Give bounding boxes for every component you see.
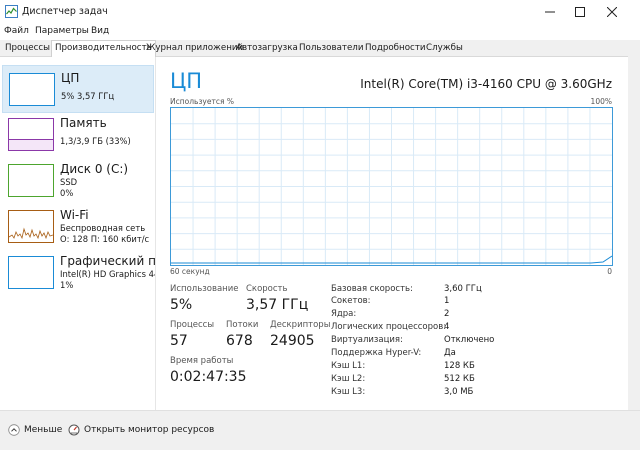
menu-file[interactable]: Файл (4, 26, 29, 36)
usage-label: Использование (170, 284, 239, 294)
threads-value: 678 (226, 333, 253, 349)
threads-label: Потоки (226, 320, 259, 330)
prop-label-l3: Кэш L3: (331, 387, 366, 397)
prop-value-hyperv: Да (444, 348, 456, 358)
prop-label-l2: Кэш L2: (331, 374, 366, 384)
cpu-thumbnail-graph (9, 73, 55, 106)
cpu-model-name: Intel(R) Core(TM) i3-4160 CPU @ 3.60GHz (360, 77, 612, 91)
speed-label: Скорость (246, 284, 288, 294)
open-resource-monitor-link[interactable]: Открыть монитор ресурсов (68, 424, 214, 436)
memory-thumbnail-graph (8, 118, 54, 151)
window-edge (628, 56, 640, 410)
processes-label: Процессы (170, 320, 215, 330)
disk-thumbnail-graph (8, 164, 54, 197)
sidebar-item-title: Диск 0 (C:) (60, 162, 129, 176)
tab-processes[interactable]: Процессы (2, 41, 53, 55)
sidebar-item-wifi[interactable]: Wi-Fi Беспроводная сеть О: 128 П: 160 кб… (2, 203, 152, 249)
sidebar-item-detail: 5% 3,57 ГГц (61, 91, 115, 101)
sidebar-item-title: Wi-Fi (60, 208, 89, 222)
graph-label-max: 100% (590, 97, 612, 106)
title-bar: Диспетчер задач (0, 0, 640, 24)
sidebar-item-gpu[interactable]: Графический про Intel(R) HD Graphics 440… (2, 249, 155, 295)
fewer-details-button[interactable]: Меньше (8, 424, 62, 436)
prop-label-sockets: Сокетов: (331, 296, 371, 306)
resource-monitor-icon (68, 424, 80, 436)
menu-bar: Файл Параметры Вид (0, 24, 640, 40)
sidebar-item-title: Графический про (60, 254, 156, 268)
prop-label-hyperv: Поддержка Hyper-V: (331, 348, 422, 358)
fewer-details-label: Меньше (24, 425, 63, 435)
prop-value-sockets: 1 (444, 296, 450, 306)
tab-users[interactable]: Пользователи (296, 41, 367, 55)
usage-value: 5% (170, 297, 193, 313)
sidebar-item-detail: Беспроводная сеть (60, 223, 146, 233)
gpu-thumbnail-graph (8, 256, 54, 289)
handles-value: 24905 (270, 333, 315, 349)
menu-view[interactable]: Вид (91, 26, 109, 36)
close-icon (607, 7, 617, 17)
prop-label-l1: Кэш L1: (331, 361, 366, 371)
page-title: ЦП (170, 69, 203, 93)
wifi-thumbnail-graph (8, 210, 54, 243)
prop-value-cores: 2 (444, 309, 450, 319)
processes-value: 57 (170, 333, 188, 349)
tab-app-history[interactable]: Журнал приложений (143, 41, 246, 55)
prop-value-l3: 3,0 МБ (444, 387, 474, 397)
sidebar-item-detail: SSD (60, 177, 78, 187)
footer-bar: Меньше Открыть монитор ресурсов (0, 410, 640, 450)
resource-monitor-label: Открыть монитор ресурсов (84, 425, 215, 435)
tab-performance[interactable]: Производительность (51, 40, 156, 57)
graph-label-timespan: 60 секунд (170, 267, 210, 276)
sidebar-item-memory[interactable]: Память 1,3/3,9 ГБ (33%) (2, 111, 152, 157)
sidebar-item-detail: Intel(R) HD Graphics 440 (60, 269, 156, 279)
sidebar-item-detail: 1% (60, 280, 74, 290)
task-manager-icon (5, 5, 18, 18)
cpu-usage-graph-grid (171, 108, 612, 265)
sidebar-item-title: Память (60, 116, 107, 130)
graph-label-usage: Используется % (170, 97, 234, 106)
tab-services[interactable]: Службы (423, 41, 466, 55)
chevron-up-icon (8, 424, 20, 436)
cpu-detail-panel: ЦП Intel(R) Core(TM) i3-4160 CPU @ 3.60G… (160, 57, 620, 410)
maximize-icon (575, 7, 585, 17)
tab-strip: Процессы Производительность Журнал прило… (0, 40, 640, 57)
minimize-icon (545, 11, 555, 13)
uptime-value: 0:02:47:35 (170, 369, 247, 385)
maximize-button[interactable] (562, 0, 598, 24)
sidebar-item-detail: О: 128 П: 160 кбит/с (60, 234, 150, 244)
window-title: Диспетчер задач (22, 6, 108, 17)
menu-options[interactable]: Параметры (35, 26, 89, 36)
speed-value: 3,57 ГГц (246, 297, 309, 313)
uptime-label: Время работы (170, 356, 234, 366)
sidebar-item-title: ЦП (61, 71, 80, 85)
sidebar-item-cpu[interactable]: ЦП 5% 3,57 ГГц (2, 65, 154, 113)
graph-label-min: 0 (607, 267, 612, 276)
prop-label-virtualization: Виртуализация: (331, 335, 403, 345)
prop-value-virtualization: Отключено (444, 335, 495, 345)
prop-label-base-speed: Базовая скорость: (331, 284, 413, 294)
prop-value-base-speed: 3,60 ГГц (444, 284, 482, 294)
tab-startup[interactable]: Автозагрузка (233, 41, 301, 55)
sidebar-item-detail: 1,3/3,9 ГБ (33%) (60, 136, 131, 146)
prop-label-logical: Логических процессоров: (331, 322, 447, 332)
sidebar-item-detail: 0% (60, 188, 74, 198)
sidebar-item-disk[interactable]: Диск 0 (C:) SSD 0% (2, 157, 152, 203)
close-button[interactable] (594, 0, 630, 24)
prop-value-l2: 512 КБ (444, 374, 475, 384)
cpu-usage-graph (170, 107, 613, 266)
prop-label-cores: Ядра: (331, 309, 357, 319)
performance-sidebar: ЦП 5% 3,57 ГГц Память 1,3/3,9 ГБ (33%) Д… (0, 57, 156, 410)
content-area: ЦП 5% 3,57 ГГц Память 1,3/3,9 ГБ (33%) Д… (0, 57, 640, 410)
tab-details[interactable]: Подробности (362, 41, 429, 55)
prop-value-logical: 4 (444, 322, 450, 332)
handles-label: Дескрипторы (270, 320, 331, 330)
prop-value-l1: 128 КБ (444, 361, 475, 371)
